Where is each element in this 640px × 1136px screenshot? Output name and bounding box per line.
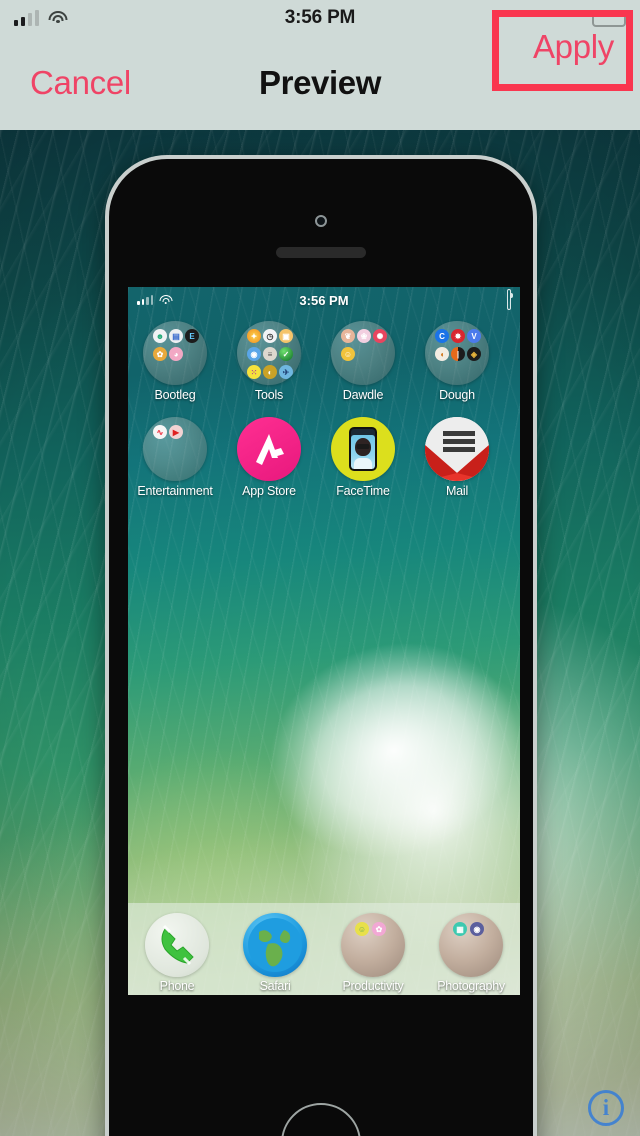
home-screen-grid: ☻ ▤ E ✿ ◕ Bootleg ✦ ◷ ▣ ◉ ≡ ✓ ⁙ ◐ ✈ Tool… (128, 315, 520, 498)
folder-icon-tools[interactable]: ✦ ◷ ▣ ◉ ≡ ✓ ⁙ ◐ ✈ (237, 321, 301, 385)
mail-icon[interactable] (425, 417, 489, 481)
home-item-tools[interactable]: ✦ ◷ ▣ ◉ ≡ ✓ ⁙ ◐ ✈ Tools (222, 315, 316, 402)
folder-icon-photography[interactable]: ▦ ◉ (439, 913, 503, 977)
home-item-app-store[interactable]: App Store (222, 411, 316, 498)
app-label: Phone (159, 979, 195, 993)
folder-icon-dough[interactable]: C ✸ V ◖ | ◈ (425, 321, 489, 385)
facetime-icon[interactable] (331, 417, 395, 481)
home-item-mail[interactable]: Mail (410, 411, 504, 498)
device-mockup: 3:56 PM ☻ ▤ E ✿ ◕ Bootleg ✦ ◷ ▣ ◉ ≡ ✓ ⁙ … (105, 155, 537, 1136)
folder-icon-entertainment[interactable]: ∿ ▶ (143, 417, 207, 481)
app-label: FaceTime (336, 484, 390, 498)
device-screen: 3:56 PM ☻ ▤ E ✿ ◕ Bootleg ✦ ◷ ▣ ◉ ≡ ✓ ⁙ … (128, 287, 520, 995)
app-label: Dough (439, 388, 475, 402)
front-camera-icon (315, 215, 327, 227)
preview-canvas: 3:56 PM ☻ ▤ E ✿ ◕ Bootleg ✦ ◷ ▣ ◉ ≡ ✓ ⁙ … (0, 130, 640, 1136)
home-item-entertainment[interactable]: ∿ ▶ Entertainment (128, 411, 222, 498)
dock-item-phone[interactable]: Phone (128, 913, 226, 993)
home-item-dawdle[interactable]: ❦ ❀ ✺ ☺ Dawdle (316, 315, 410, 402)
dock: Phone Safari ☺ ✿ Productivity ▦ ◉ Photog… (128, 903, 520, 995)
home-item-dough[interactable]: C ✸ V ◖ | ◈ Dough (410, 315, 504, 402)
earpiece-speaker (276, 247, 366, 258)
app-label: Photography (437, 979, 505, 993)
app-label: Mail (445, 484, 469, 498)
app-label: Safari (259, 979, 291, 993)
preview-status-bar-clock: 3:56 PM (299, 292, 349, 308)
preview-status-bar: 3:56 PM (128, 287, 520, 313)
dock-item-safari[interactable]: Safari (226, 913, 324, 993)
app-label: Tools (254, 388, 284, 402)
app-store-icon[interactable] (237, 417, 301, 481)
folder-icon-bootleg[interactable]: ☻ ▤ E ✿ ◕ (143, 321, 207, 385)
safari-icon[interactable] (243, 913, 307, 977)
folder-icon-dawdle[interactable]: ❦ ❀ ✺ ☺ (331, 321, 395, 385)
home-button[interactable] (281, 1103, 361, 1136)
apply-button[interactable]: Apply (533, 0, 614, 94)
home-item-facetime[interactable]: FaceTime (316, 411, 410, 498)
dock-item-photography[interactable]: ▦ ◉ Photography (422, 913, 520, 993)
preview-status-bar-right (507, 289, 511, 310)
home-item-bootleg[interactable]: ☻ ▤ E ✿ ◕ Bootleg (128, 315, 222, 402)
app-label: Bootleg (154, 388, 196, 402)
info-icon[interactable]: i (588, 1090, 624, 1126)
app-label: Dawdle (342, 388, 384, 402)
phone-icon[interactable] (145, 913, 209, 977)
dock-item-productivity[interactable]: ☺ ✿ Productivity (324, 913, 422, 993)
app-label: Productivity (342, 979, 404, 993)
folder-icon-productivity[interactable]: ☺ ✿ (341, 913, 405, 977)
app-label: Entertainment (137, 484, 213, 498)
home-row: ☻ ▤ E ✿ ◕ Bootleg ✦ ◷ ▣ ◉ ≡ ✓ ⁙ ◐ ✈ Tool… (128, 315, 520, 402)
app-label: App Store (242, 484, 296, 498)
home-row: ∿ ▶ Entertainment App Store FaceTime Mai… (128, 411, 520, 498)
battery-icon (507, 289, 511, 310)
